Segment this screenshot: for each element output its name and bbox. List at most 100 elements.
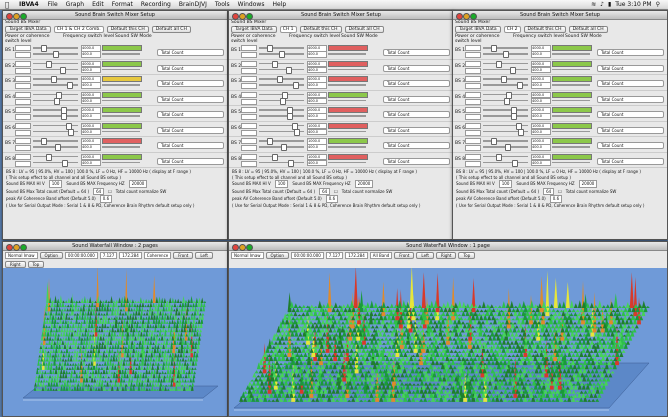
frequency-slider[interactable] xyxy=(328,115,366,117)
channel-select[interactable]: Normal Imaw xyxy=(5,252,38,259)
close-button[interactable] xyxy=(232,243,239,251)
normalize-checkbox[interactable]: ☐ xyxy=(108,189,112,195)
power-slider[interactable] xyxy=(259,45,304,52)
sound-sw-mode-select[interactable]: Total Count xyxy=(597,49,664,56)
battery-icon[interactable]: ▮ xyxy=(608,1,611,8)
close-button[interactable] xyxy=(6,243,13,251)
power-slider-b[interactable] xyxy=(33,66,78,74)
power-slider[interactable] xyxy=(259,122,304,130)
minimize-button[interactable] xyxy=(239,12,246,20)
frequency-slider[interactable] xyxy=(328,68,366,70)
spotlight-icon[interactable]: ⚲ xyxy=(656,1,660,8)
power-slider-b[interactable] xyxy=(259,66,304,74)
count-field[interactable]: 64 xyxy=(319,187,331,195)
frequency-low-field[interactable]: 400.0 xyxy=(531,113,551,120)
power-slider[interactable] xyxy=(33,138,78,145)
power-slider[interactable] xyxy=(33,122,78,130)
value-field-1[interactable]: 7.127 xyxy=(325,252,344,259)
slider-knob[interactable] xyxy=(46,60,52,68)
frequency-low-field[interactable]: 400.0 xyxy=(307,82,327,89)
view-front-button[interactable]: Front xyxy=(173,252,194,259)
sound-sw-mode-select[interactable]: Total Count xyxy=(597,64,664,72)
frequency-low-field[interactable]: 400.0 xyxy=(81,128,101,135)
sound-sw-mode-select[interactable]: Total Count xyxy=(383,142,450,149)
count-field[interactable]: 64 xyxy=(93,187,105,195)
low-level-field[interactable] xyxy=(465,153,481,160)
low-level-field[interactable] xyxy=(241,122,257,129)
high-level-field[interactable] xyxy=(15,52,31,58)
frequency-low-field[interactable]: 400.0 xyxy=(531,51,551,58)
frequency-slider[interactable] xyxy=(102,68,140,70)
power-slider-b[interactable] xyxy=(483,128,528,136)
frequency-low-field[interactable]: 400.0 xyxy=(307,113,327,120)
view-top-button[interactable]: Top xyxy=(27,261,45,268)
low-level-field[interactable] xyxy=(465,60,481,67)
default-all-ch-button[interactable]: Default all CH xyxy=(344,26,384,33)
slider-knob[interactable] xyxy=(505,144,511,151)
frequency-slider[interactable] xyxy=(102,115,140,117)
channel-select[interactable]: CH 1 xyxy=(279,26,297,33)
target-data-button[interactable]: Target IBVA Data xyxy=(231,26,277,33)
sound-sw-mode-select[interactable]: Total Count xyxy=(383,80,450,87)
default-this-ch-button[interactable]: Default this CH xyxy=(299,26,342,33)
slider-knob[interactable] xyxy=(267,138,273,145)
power-slider-b[interactable] xyxy=(483,66,528,74)
frequency-low-field[interactable]: 400.0 xyxy=(81,144,101,151)
low-level-field[interactable] xyxy=(465,76,481,82)
power-slider[interactable] xyxy=(483,107,528,114)
frequency-slider[interactable] xyxy=(102,146,140,148)
sound-sw-mode-select[interactable]: Total Count xyxy=(157,95,224,103)
default-this-ch-button[interactable]: Default this CH xyxy=(106,26,149,33)
slider-knob[interactable] xyxy=(503,51,509,58)
power-slider-b[interactable] xyxy=(33,159,78,167)
high-level-field[interactable] xyxy=(465,67,481,74)
minimize-button[interactable] xyxy=(13,12,20,20)
high-level-field[interactable] xyxy=(15,160,31,167)
zoom-button[interactable] xyxy=(246,243,253,251)
volume-icon[interactable]: ♪ xyxy=(600,1,604,8)
power-slider[interactable] xyxy=(483,153,528,161)
slider-knob[interactable] xyxy=(54,97,60,105)
sound-sw-mode-select[interactable]: Total Count xyxy=(157,80,224,87)
view-front-button[interactable]: Front xyxy=(394,252,415,259)
slider-knob[interactable] xyxy=(46,153,52,161)
power-slider-b[interactable] xyxy=(33,144,78,151)
power-slider[interactable] xyxy=(259,107,304,114)
frequency-low-field[interactable]: 400.0 xyxy=(531,128,551,135)
power-slider-b[interactable] xyxy=(33,97,78,105)
slider-knob[interactable] xyxy=(517,82,523,89)
max-hz-field[interactable]: 20000 xyxy=(354,180,374,188)
sound-sw-mode-select[interactable]: Total Count xyxy=(383,126,450,134)
sound-sw-mode-select[interactable]: Total Count xyxy=(157,49,224,56)
high-level-field[interactable] xyxy=(465,129,481,136)
power-slider[interactable] xyxy=(259,138,304,145)
slider-knob[interactable] xyxy=(272,153,278,161)
low-level-field[interactable] xyxy=(465,107,481,113)
low-level-field[interactable] xyxy=(15,153,31,160)
low-level-field[interactable] xyxy=(15,107,31,113)
slider-knob[interactable] xyxy=(501,76,507,83)
frequency-low-field[interactable]: 400.0 xyxy=(531,97,551,104)
menu-braindjvj[interactable]: BrainDJVJ xyxy=(175,1,211,8)
value-field-1[interactable]: 7.127 xyxy=(99,252,118,259)
power-slider-b[interactable] xyxy=(33,128,78,136)
slider-knob[interactable] xyxy=(511,113,517,120)
frequency-low-field[interactable]: 400.0 xyxy=(81,113,101,120)
frequency-low-field[interactable]: 400.0 xyxy=(307,144,327,151)
slider-knob[interactable] xyxy=(53,51,59,58)
low-level-field[interactable] xyxy=(241,45,257,51)
frequency-slider[interactable] xyxy=(102,53,140,55)
frequency-slider[interactable] xyxy=(552,146,590,148)
max-hz-field[interactable]: 20000 xyxy=(128,180,148,188)
default-all-ch-button[interactable]: Default all CH xyxy=(568,26,608,33)
slider-knob[interactable] xyxy=(68,128,74,136)
close-button[interactable] xyxy=(232,12,239,20)
power-slider[interactable] xyxy=(33,107,78,114)
frequency-slider[interactable] xyxy=(102,84,140,86)
low-level-field[interactable] xyxy=(241,60,257,67)
option-button[interactable]: Option xyxy=(265,252,289,259)
channel-select[interactable]: CH 1 & CH 2 Comb. xyxy=(53,26,104,33)
slider-knob[interactable] xyxy=(41,138,47,145)
high-level-field[interactable] xyxy=(465,160,481,167)
power-slider[interactable] xyxy=(483,122,528,130)
